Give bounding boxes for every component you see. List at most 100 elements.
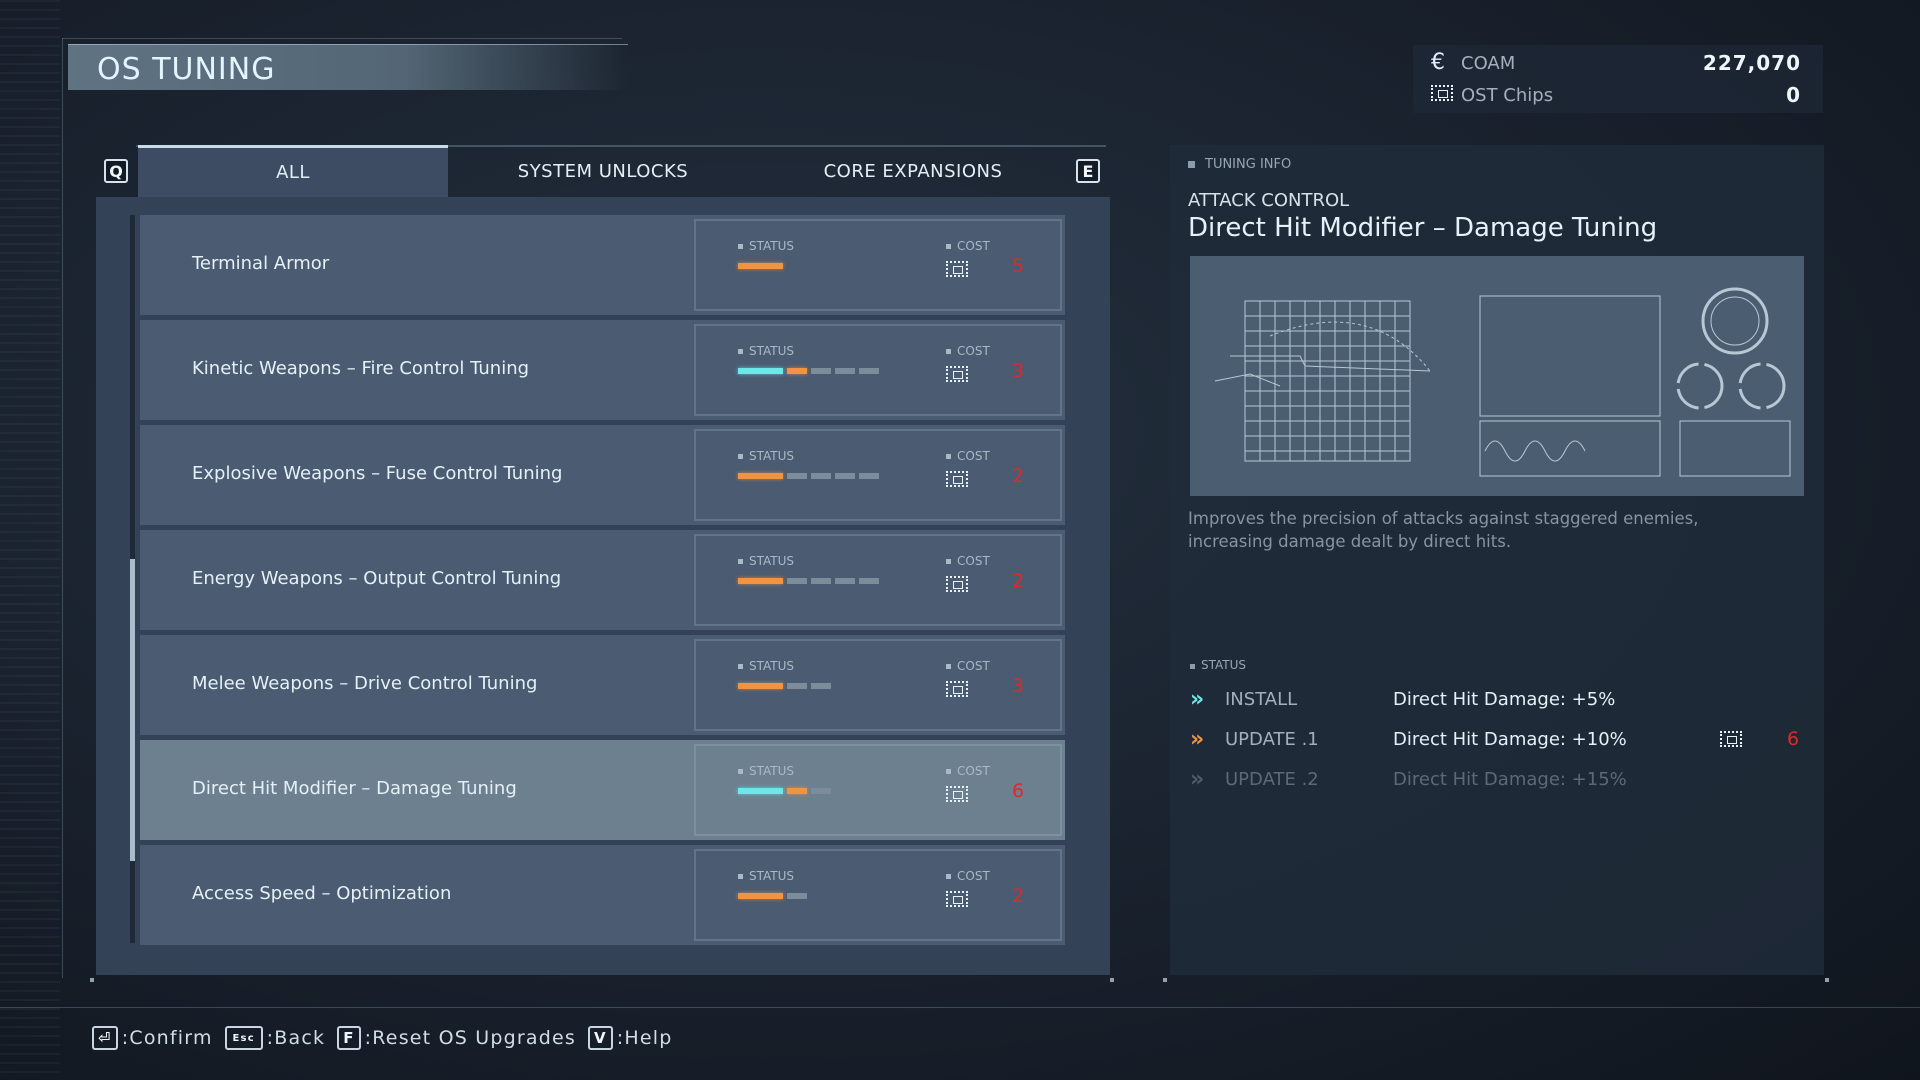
coam-icon: € (1431, 50, 1445, 75)
item-name: Direct Hit Modifier – Damage Tuning (192, 778, 517, 799)
frame-line (62, 38, 622, 39)
status-label: STATUS (738, 659, 794, 673)
level-effect: Direct Hit Damage: +5% (1393, 689, 1616, 710)
cost-label: COST (946, 764, 990, 778)
item-cost: 5 (1012, 255, 1025, 277)
status-segment (787, 893, 807, 899)
next-tab-key[interactable]: E (1076, 159, 1100, 183)
key-hint-label[interactable]: :Help (617, 1027, 673, 1049)
tuning-list-item[interactable]: Melee Weapons – Drive Control Tuning STA… (140, 635, 1065, 735)
status-segment (738, 788, 783, 794)
key-hint-label[interactable]: :Confirm (122, 1027, 213, 1049)
key-hint-label[interactable]: :Back (267, 1027, 326, 1049)
status-segment (787, 473, 807, 479)
cost-label: COST (946, 554, 990, 568)
status-segment (811, 683, 831, 689)
status-bar (738, 893, 807, 899)
item-cost: 2 (1012, 465, 1025, 487)
tuning-list-item[interactable]: Explosive Weapons – Fuse Control Tuning … (140, 425, 1065, 525)
status-label: STATUS (738, 449, 794, 463)
item-cost: 2 (1012, 885, 1025, 907)
page-title: OS TUNING (97, 52, 276, 87)
status-bar (738, 683, 831, 689)
status-level-row: » UPDATE .1 Direct Hit Damage: +10% 6 (1190, 725, 1800, 755)
status-segment (787, 788, 807, 794)
level-label: UPDATE .1 (1225, 729, 1319, 750)
cost-label: COST (946, 659, 990, 673)
status-label: STATUS (738, 344, 794, 358)
status-segment (787, 683, 807, 689)
status-segment (811, 578, 831, 584)
tuning-list: Terminal Armor STATUS COST 5 Kinetic Wea… (96, 197, 1110, 975)
status-segment (787, 368, 807, 374)
item-name: Kinetic Weapons – Fire Control Tuning (192, 358, 530, 379)
level-effect: Direct Hit Damage: +15% (1393, 769, 1627, 790)
status-segment (835, 578, 855, 584)
tab-all[interactable]: ALL (138, 145, 448, 197)
key-f-icon[interactable]: F (337, 1026, 361, 1050)
status-bar (738, 578, 879, 584)
item-cost: 3 (1012, 675, 1025, 697)
ost-chip-icon (946, 576, 968, 596)
status-label: STATUS (738, 764, 794, 778)
enter-key-icon[interactable]: ⏎ (92, 1026, 118, 1050)
status-segment (859, 578, 879, 584)
tuning-list-item[interactable]: Kinetic Weapons – Fire Control Tuning ST… (140, 320, 1065, 420)
status-segment (738, 263, 783, 269)
item-info-box: STATUS COST 3 (694, 324, 1062, 416)
control-hints: ⏎:Confirm Esc:Back F:Reset OS Upgrades V:He… (92, 1026, 681, 1050)
chevron-right-icon: » (1190, 687, 1205, 712)
key-hint-label[interactable]: :Reset OS Upgrades (365, 1027, 576, 1049)
tuning-list-item[interactable]: Energy Weapons – Output Control Tuning S… (140, 530, 1065, 630)
tuning-list-item[interactable]: Terminal Armor STATUS COST 5 (140, 215, 1065, 315)
status-label: STATUS (738, 239, 794, 253)
coam-row: € COAM 227,070 (1413, 48, 1823, 78)
status-bar (738, 368, 879, 374)
page-title-bar: OS TUNING (68, 44, 628, 90)
item-info-box: STATUS COST 2 (694, 849, 1062, 941)
tuning-category: ATTACK CONTROL (1188, 190, 1350, 211)
item-info-box: STATUS COST 2 (694, 534, 1062, 626)
tuning-list-item[interactable]: Direct Hit Modifier – Damage Tuning STAT… (140, 740, 1065, 840)
status-bar (738, 788, 831, 794)
status-segment (811, 368, 831, 374)
corner-dot (1110, 978, 1114, 982)
tab-bar: Q ALL SYSTEM UNLOCKS CORE EXPANSIONS E (96, 145, 1110, 197)
status-level-row: » UPDATE .2 Direct Hit Damage: +15% (1190, 765, 1800, 795)
tuning-info-header: TUNING INFO (1188, 157, 1291, 172)
key-v-icon[interactable]: V (587, 1026, 613, 1050)
ost-chip-icon (946, 471, 968, 491)
ost-chip-icon (1720, 731, 1742, 751)
status-segment (835, 368, 855, 374)
ost-row: OST Chips 0 (1413, 80, 1823, 110)
status-segment (738, 683, 783, 689)
footer-divider (0, 1007, 1920, 1008)
tuning-list-item[interactable]: Access Speed – Optimization STATUS COST … (140, 845, 1065, 945)
item-name: Terminal Armor (192, 253, 330, 274)
cost-label: COST (946, 239, 990, 253)
tab-system-unlocks[interactable]: SYSTEM UNLOCKS (448, 145, 758, 197)
key-esc-icon[interactable]: Esc (224, 1026, 263, 1050)
tuning-list-panel: Q ALL SYSTEM UNLOCKS CORE EXPANSIONS E T… (96, 145, 1110, 975)
item-info-box: STATUS COST 2 (694, 429, 1062, 521)
coam-value: 227,070 (1702, 51, 1801, 75)
status-segment (738, 368, 783, 374)
side-decoration (0, 0, 60, 1080)
item-info-box: STATUS COST 6 (694, 744, 1062, 836)
cost-label: COST (946, 344, 990, 358)
item-name: Melee Weapons – Drive Control Tuning (192, 673, 538, 694)
schematic-illustration (1214, 287, 1791, 477)
currency-panel: € COAM 227,070 OST Chips 0 (1413, 45, 1823, 113)
item-name: Energy Weapons – Output Control Tuning (192, 568, 562, 589)
ost-chip-icon (946, 681, 968, 701)
ost-chip-icon (946, 366, 968, 386)
prev-tab-key[interactable]: Q (104, 159, 128, 183)
status-bar (738, 473, 879, 479)
level-cost: 6 (1787, 728, 1800, 750)
chevron-right-icon: » (1190, 767, 1205, 792)
status-segment (811, 473, 831, 479)
scrollbar-thumb[interactable] (130, 559, 135, 861)
status-segment (738, 893, 783, 899)
item-info-box: STATUS COST 3 (694, 639, 1062, 731)
tab-core-expansions[interactable]: CORE EXPANSIONS (758, 145, 1068, 197)
